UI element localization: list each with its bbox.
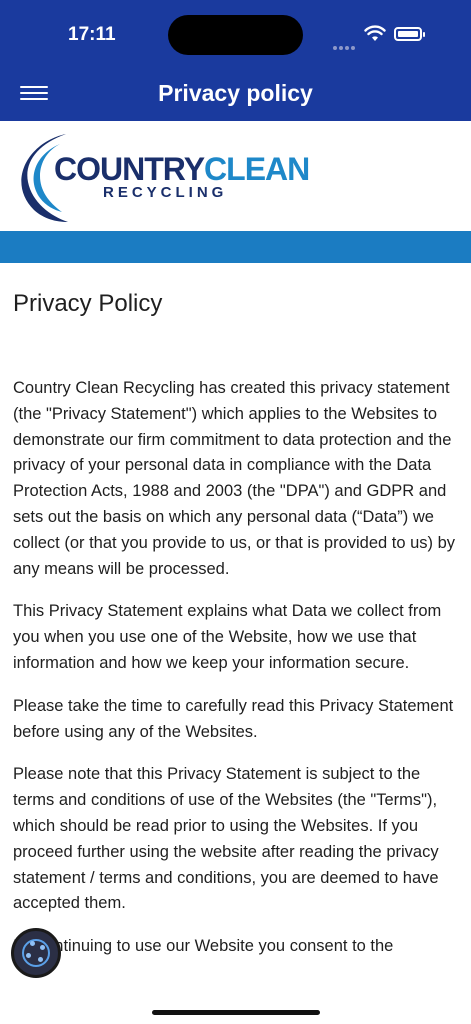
home-indicator[interactable] xyxy=(152,1010,320,1015)
policy-heading: Privacy Policy xyxy=(13,290,163,317)
policy-paragraph: Please take the time to carefully read t… xyxy=(13,696,454,741)
dynamic-island xyxy=(168,15,303,55)
company-logo: COUNTRYCLEAN RECYCLING xyxy=(0,121,471,231)
policy-content: Privacy Policy Country Clean Recycling h… xyxy=(13,288,459,988)
page-title: Privacy policy xyxy=(158,80,313,106)
policy-paragraph: By continuing to use our Website you con… xyxy=(13,937,394,956)
status-time: 17:11 xyxy=(68,24,116,45)
policy-paragraph: Country Clean Recycling has created this… xyxy=(13,379,456,578)
app-header: 17:11 Privacy policy xyxy=(0,0,471,121)
logo-subtitle: RECYCLING xyxy=(103,184,228,201)
policy-paragraph: This Privacy Statement explains what Dat… xyxy=(13,602,442,672)
battery-icon xyxy=(394,27,425,41)
logo-wordmark: COUNTRYCLEAN xyxy=(54,151,310,187)
policy-paragraph: Please note that this Privacy Statement … xyxy=(13,765,439,913)
wifi-icon xyxy=(364,25,386,41)
accent-bar xyxy=(0,231,471,263)
cookie-settings-icon[interactable] xyxy=(11,928,61,978)
cellular-signal-icon xyxy=(333,37,359,50)
